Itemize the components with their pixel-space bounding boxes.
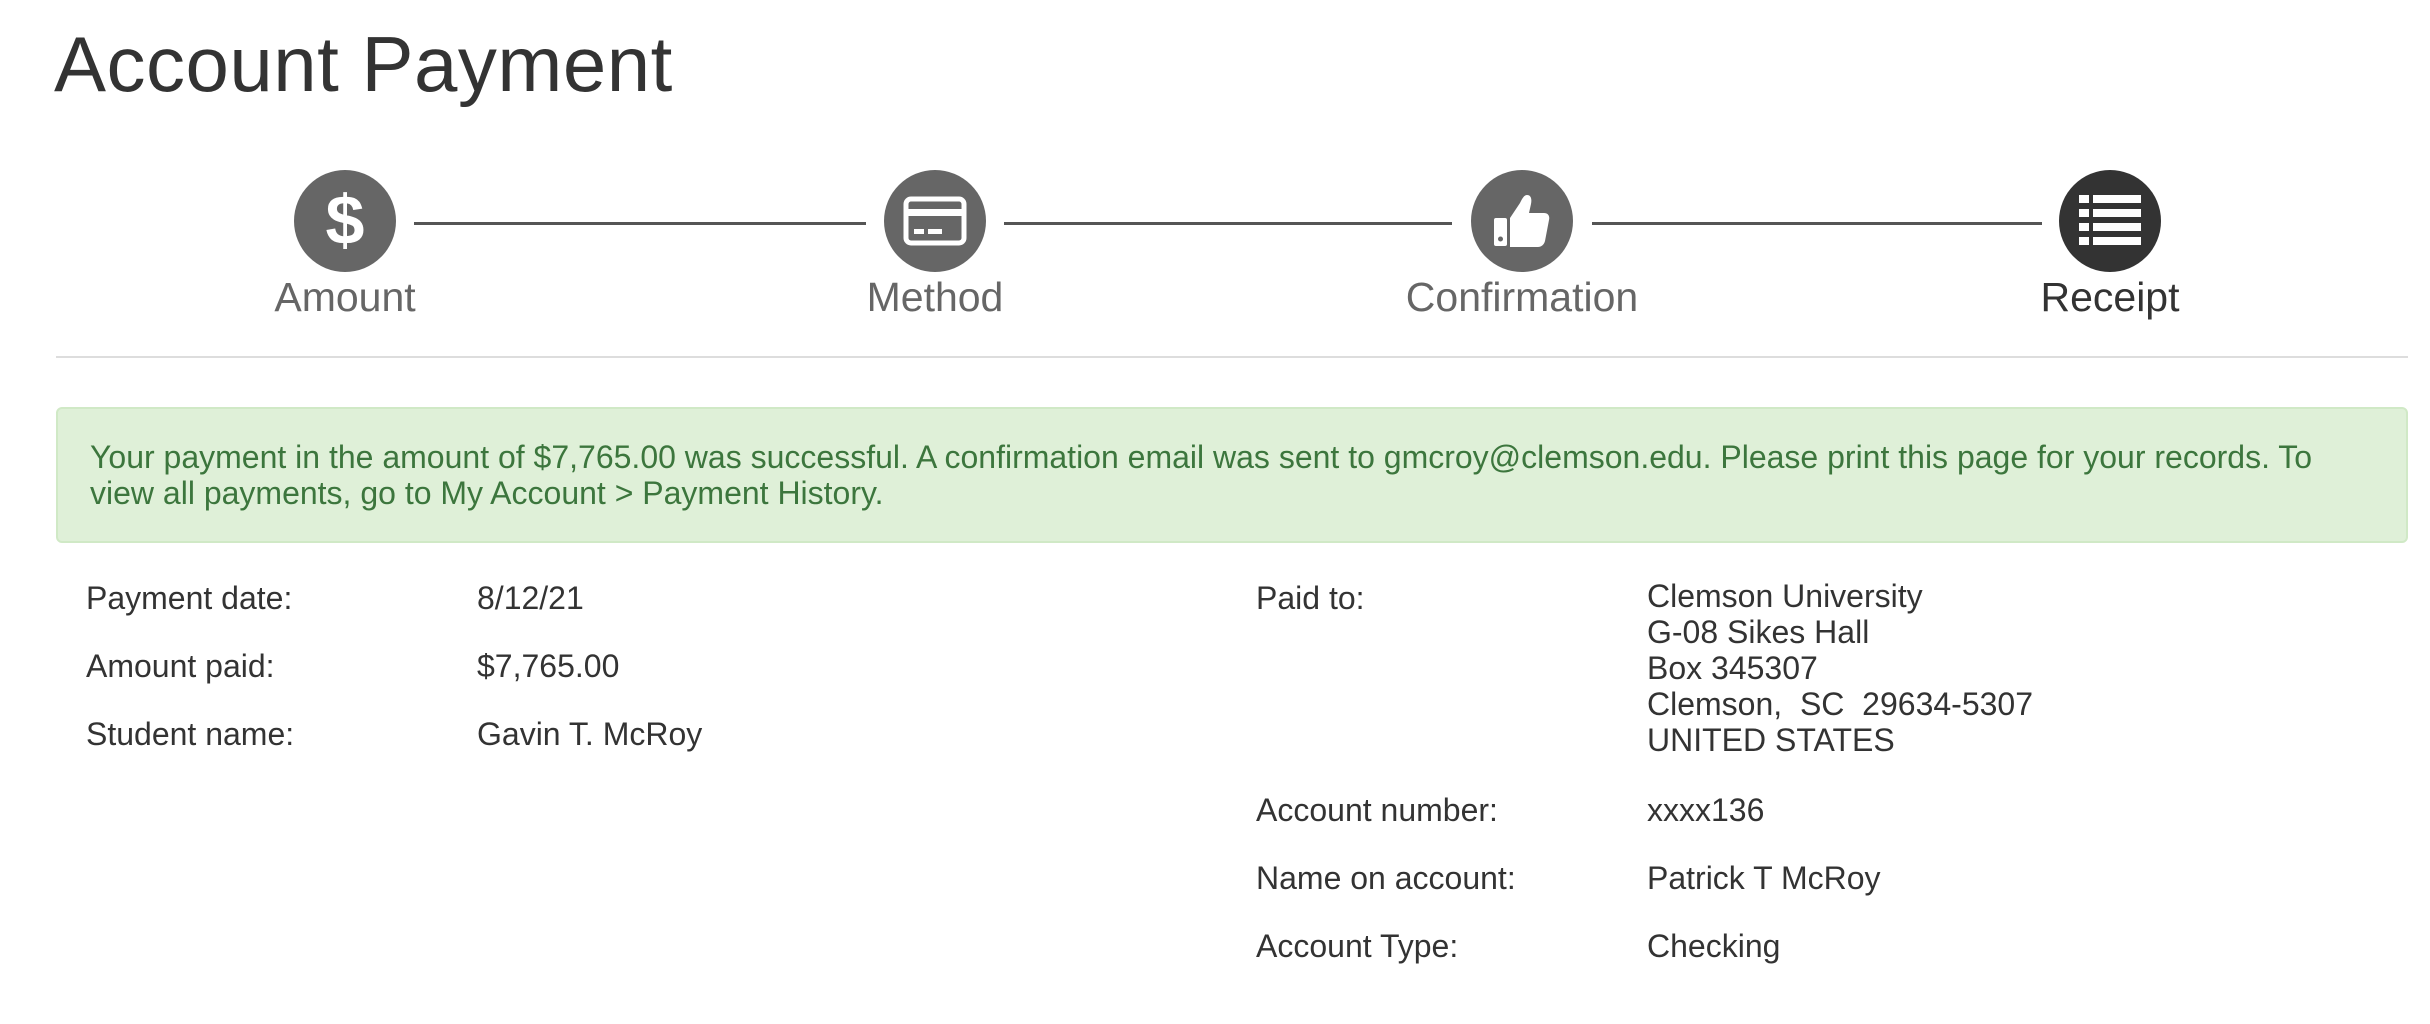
detail-value: Checking xyxy=(1647,928,1781,964)
detail-label: Student name: xyxy=(86,716,295,752)
step-label: Method xyxy=(866,274,1004,320)
detail-label: Amount paid: xyxy=(86,648,275,684)
address-line: G-08 Sikes Hall xyxy=(1647,614,1870,650)
step-receipt: Receipt xyxy=(1980,170,2240,323)
detail-value: Patrick T McRoy xyxy=(1647,860,1881,896)
step-amount: $ Amount xyxy=(215,170,475,323)
paid-to-address: Clemson University G-08 Sikes Hall Box 3… xyxy=(1647,578,2033,758)
credit-card-icon xyxy=(884,170,986,272)
list-icon xyxy=(2059,170,2161,272)
payment-details-left: Payment date: 8/12/21 Amount paid: $7,76… xyxy=(86,580,1186,780)
success-alert: Your payment in the amount of $7,765.00 … xyxy=(56,407,2408,543)
step-label: Receipt xyxy=(2040,274,2180,320)
step-connector xyxy=(414,222,866,225)
detail-label: Paid to: xyxy=(1256,580,1365,616)
step-label: Amount xyxy=(274,274,416,320)
address-line: UNITED STATES xyxy=(1647,722,1895,758)
detail-label: Account number: xyxy=(1256,792,1498,828)
detail-value: $7,765.00 xyxy=(477,648,620,684)
step-connector xyxy=(1004,222,1452,225)
page-title: Account Payment xyxy=(54,20,673,108)
payment-details-right: Paid to: Clemson University G-08 Sikes H… xyxy=(1256,578,2356,1000)
step-method: Method xyxy=(805,170,1065,323)
payment-stepper: $ Amount Method Confirmation Receipt xyxy=(0,170,2430,330)
svg-text:$: $ xyxy=(326,186,365,256)
step-connector xyxy=(1592,222,2042,225)
address-line: Box 345307 xyxy=(1647,650,1818,686)
detail-label: Name on account: xyxy=(1256,860,1516,896)
address-line: Clemson, SC 29634-5307 xyxy=(1647,686,2033,722)
detail-value: 8/12/21 xyxy=(477,580,584,616)
detail-value: Gavin T. McRoy xyxy=(477,716,703,752)
step-confirmation: Confirmation xyxy=(1392,170,1652,323)
thumbs-up-icon xyxy=(1471,170,1573,272)
step-label: Confirmation xyxy=(1405,274,1639,320)
dollar-icon: $ xyxy=(294,170,396,272)
alert-message: Your payment in the amount of $7,765.00 … xyxy=(90,439,2313,511)
address-line: Clemson University xyxy=(1647,578,1923,614)
detail-label: Account Type: xyxy=(1256,928,1459,964)
account-payment-page: Account Payment $ Amount Method Confirma… xyxy=(0,0,2430,1024)
divider xyxy=(56,356,2408,358)
detail-label: Payment date: xyxy=(86,580,293,616)
detail-value: xxxx136 xyxy=(1647,792,1765,828)
